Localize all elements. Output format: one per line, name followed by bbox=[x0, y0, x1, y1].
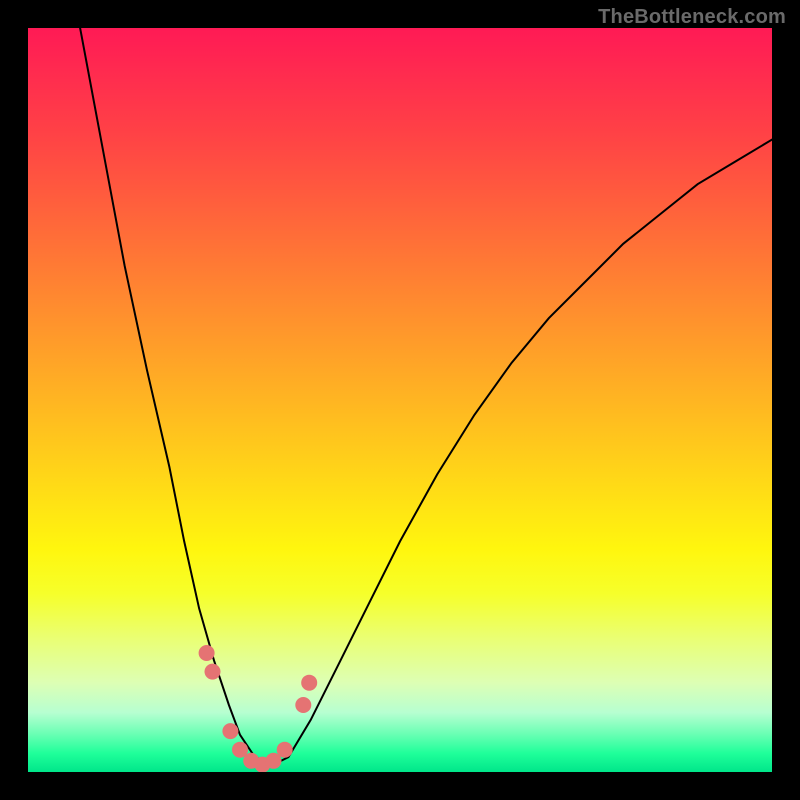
data-marker bbox=[205, 664, 221, 680]
watermark-text: TheBottleneck.com bbox=[598, 6, 786, 29]
curve-layer bbox=[28, 28, 772, 772]
chart-frame: TheBottleneck.com bbox=[0, 0, 800, 800]
data-marker bbox=[277, 742, 293, 758]
data-marker bbox=[199, 645, 215, 661]
marker-group bbox=[199, 645, 318, 772]
plot-area bbox=[28, 28, 772, 772]
data-marker bbox=[295, 697, 311, 713]
bottleneck-curve bbox=[80, 28, 772, 765]
data-marker bbox=[301, 675, 317, 691]
data-marker bbox=[222, 723, 238, 739]
